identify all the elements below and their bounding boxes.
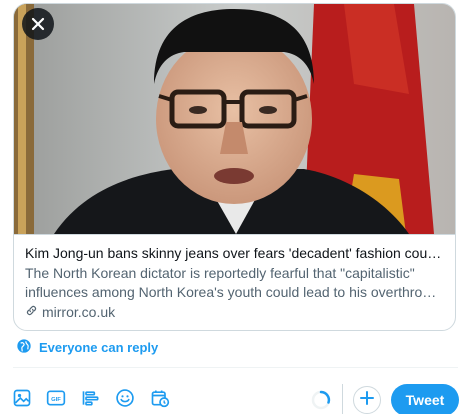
link-description: The North Korean dictator is reportedly … — [25, 265, 441, 300]
toolbar-separator — [342, 384, 343, 414]
plus-icon — [360, 390, 374, 410]
link-preview-text: Kim Jong-un bans skinny jeans over fears… — [14, 234, 455, 322]
character-counter — [310, 389, 332, 411]
reply-setting-label: Everyone can reply — [39, 340, 159, 355]
link-icon — [25, 303, 38, 322]
media-icon — [12, 388, 32, 413]
reply-setting-button[interactable]: Everyone can reply — [16, 338, 158, 357]
divider — [13, 367, 458, 368]
link-domain: mirror.co.uk — [42, 304, 116, 320]
schedule-button[interactable] — [148, 388, 172, 412]
schedule-icon — [150, 388, 170, 413]
tweet-button[interactable]: Tweet — [391, 384, 459, 414]
add-tweet-button[interactable] — [353, 386, 381, 414]
poll-button[interactable] — [79, 388, 103, 412]
emoji-button[interactable] — [113, 388, 137, 412]
gif-button[interactable]: GIF — [44, 388, 68, 412]
link-domain-row: mirror.co.uk — [25, 303, 444, 322]
link-preview-card[interactable]: Kim Jong-un bans skinny jeans over fears… — [13, 3, 456, 331]
link-preview-image[interactable] — [14, 4, 455, 234]
link-title: Kim Jong-un bans skinny jeans over fears… — [25, 245, 444, 261]
portrait-photo — [14, 4, 455, 234]
media-button[interactable] — [10, 388, 34, 412]
close-button[interactable] — [22, 8, 54, 40]
gif-icon: GIF — [46, 388, 66, 413]
poll-icon — [81, 388, 101, 413]
globe-icon — [16, 338, 32, 357]
svg-text:GIF: GIF — [51, 396, 61, 402]
close-icon — [31, 17, 45, 31]
compose-toolbar: GIF Tweet — [0, 384, 470, 414]
emoji-icon — [115, 388, 135, 413]
